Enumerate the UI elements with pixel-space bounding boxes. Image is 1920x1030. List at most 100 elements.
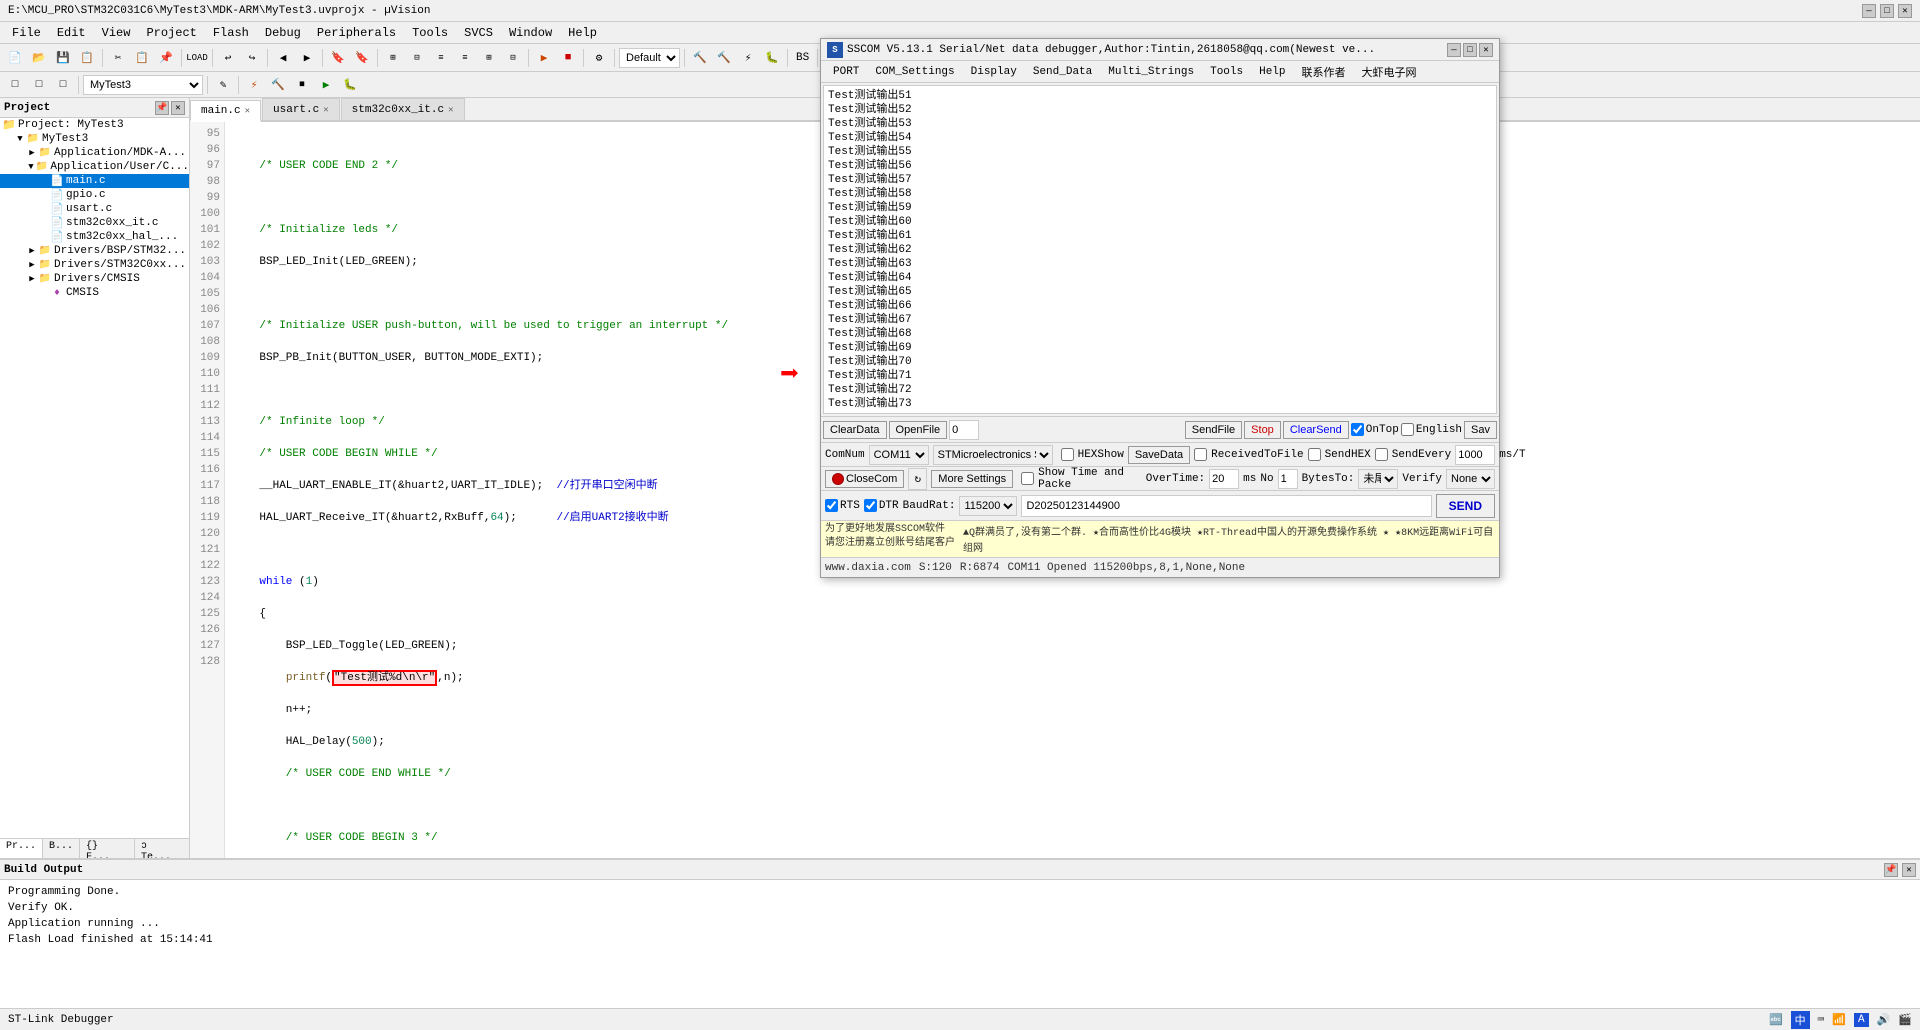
sscom-menu-comsettings[interactable]: COM_Settings xyxy=(867,64,962,80)
rebuild-btn[interactable]: 🔨 xyxy=(713,47,735,69)
send-hex-checkbox[interactable] xyxy=(1308,448,1321,461)
more-settings-btn[interactable]: More Settings xyxy=(931,470,1013,488)
forward-btn[interactable]: ▶ xyxy=(296,47,318,69)
t2-play-btn[interactable]: ▶ xyxy=(315,74,337,96)
load-btn[interactable]: LOAD xyxy=(186,47,208,69)
sscom-maximize[interactable]: □ xyxy=(1463,43,1477,57)
t2-build2-btn[interactable]: 🔨 xyxy=(267,74,289,96)
send-button[interactable]: SEND xyxy=(1436,494,1495,518)
sscom-menu-tools[interactable]: Tools xyxy=(1202,64,1251,80)
menu-item-project[interactable]: Project xyxy=(138,24,204,42)
tree-stm32-hal[interactable]: 📄 stm32c0xx_hal_... xyxy=(0,230,189,244)
rts-checkbox[interactable] xyxy=(825,499,838,512)
sscom-close[interactable]: ✕ xyxy=(1479,43,1493,57)
verify-select[interactable]: None xyxy=(1446,469,1495,489)
menu-item-view[interactable]: View xyxy=(94,24,139,42)
copy-btn[interactable]: 📋 xyxy=(131,47,153,69)
on-top-checkbox[interactable] xyxy=(1351,423,1364,436)
debug4-btn[interactable]: ≡ xyxy=(454,47,476,69)
com-driver-select[interactable]: STMicroelectronics S xyxy=(933,445,1053,465)
sscom-minimize[interactable]: — xyxy=(1447,43,1461,57)
build-btn[interactable]: 🔨 xyxy=(689,47,711,69)
proj-btn1[interactable]: □ xyxy=(4,74,26,96)
save-btn[interactable]: 💾 xyxy=(52,47,74,69)
project-select[interactable]: MyTest3 xyxy=(83,75,203,95)
cut-btn[interactable]: ✂ xyxy=(107,47,129,69)
tree-bsp[interactable]: ▶ 📁 Drivers/BSP/STM32... xyxy=(0,244,189,258)
build-pin-icon[interactable]: 📌 xyxy=(1884,863,1898,877)
debug5-btn[interactable]: ⊞ xyxy=(478,47,500,69)
sscom-menu-[interactable]: 联系作者 xyxy=(1294,62,1354,82)
tab-stm32-it-close[interactable]: ✕ xyxy=(448,105,453,115)
tab-books[interactable]: B... xyxy=(43,839,80,858)
debug1-btn[interactable]: ⊞ xyxy=(382,47,404,69)
t2-stop-btn[interactable]: ⏹ xyxy=(291,74,313,96)
tab-usart-c-close[interactable]: ✕ xyxy=(323,105,328,115)
baud-select[interactable]: 115200 xyxy=(959,496,1017,516)
t2-debug2-btn[interactable]: 🐛 xyxy=(339,74,361,96)
stop-btn-sscom[interactable]: Stop xyxy=(1244,421,1281,439)
debug-start-btn[interactable]: 🐛 xyxy=(761,47,783,69)
sscom-menu-[interactable]: 大虾电子网 xyxy=(1354,62,1425,82)
tree-stm32drv[interactable]: ▶ 📁 Drivers/STM32C0xx... xyxy=(0,258,189,272)
sscom-menu-senddata[interactable]: Send_Data xyxy=(1025,64,1100,80)
proj-btn2[interactable]: □ xyxy=(28,74,50,96)
send-data-input[interactable] xyxy=(1021,495,1431,517)
close-button[interactable]: ✕ xyxy=(1898,4,1912,18)
panel-pin-icon[interactable]: 📌 xyxy=(155,101,169,115)
tab-templates[interactable]: ↄ Te... xyxy=(135,839,189,858)
sscom-menu-port[interactable]: PORT xyxy=(825,64,867,80)
send-file-btn[interactable]: SendFile xyxy=(1185,421,1242,439)
menu-item-help[interactable]: Help xyxy=(560,24,605,42)
tab-functions[interactable]: {} F... xyxy=(80,839,135,858)
undo-btn[interactable]: ↩ xyxy=(217,47,239,69)
build-close-icon[interactable]: ✕ xyxy=(1902,863,1916,877)
tree-root[interactable]: 📁 Project: MyTest3 xyxy=(0,118,189,132)
clear-send-btn[interactable]: ClearSend xyxy=(1283,421,1349,439)
sscom-menu-multistrings[interactable]: Multi_Strings xyxy=(1100,64,1202,80)
dtr-checkbox[interactable] xyxy=(864,499,877,512)
debug3-btn[interactable]: ≡ xyxy=(430,47,452,69)
save-btn-sscom[interactable]: Sav xyxy=(1464,421,1497,439)
tree-gpio-c[interactable]: 📄 gpio.c xyxy=(0,188,189,202)
new-file-btn[interactable]: 📄 xyxy=(4,47,26,69)
maximize-button[interactable]: □ xyxy=(1880,4,1894,18)
open-file-btn[interactable]: OpenFile xyxy=(889,421,948,439)
tree-main-c[interactable]: 📄 main.c xyxy=(0,174,189,188)
hex-show-checkbox[interactable] xyxy=(1061,448,1074,461)
sscom-window-controls[interactable]: — □ ✕ xyxy=(1447,43,1493,57)
tree-stm32-it[interactable]: 📄 stm32c0xx_it.c xyxy=(0,216,189,230)
open-btn[interactable]: 📂 xyxy=(28,47,50,69)
menu-item-file[interactable]: File xyxy=(4,24,49,42)
tree-usart-c[interactable]: 📄 usart.c xyxy=(0,202,189,216)
tab-main-c[interactable]: main.c ✕ xyxy=(190,100,261,122)
back-btn[interactable]: ◀ xyxy=(272,47,294,69)
tree-cmsis-folder[interactable]: ▶ 📁 Drivers/CMSIS xyxy=(0,272,189,286)
tree-app-user[interactable]: ▼ 📁 Application/User/C... xyxy=(0,160,189,174)
show-time-checkbox[interactable] xyxy=(1021,472,1034,485)
close-com-btn[interactable]: CloseCom xyxy=(825,470,904,488)
proj-btn3[interactable]: □ xyxy=(52,74,74,96)
tab-stm32-it[interactable]: stm32c0xx_it.c ✕ xyxy=(341,98,465,120)
paste-btn[interactable]: 📌 xyxy=(155,47,177,69)
minimize-button[interactable]: — xyxy=(1862,4,1876,18)
sscom-output[interactable]: Test测试输出48Test测试输出49Test测试输出50Test测试输出51… xyxy=(823,85,1497,414)
tree-cmsis[interactable]: ♦ CMSIS xyxy=(0,286,189,300)
save-all-btn[interactable]: 📋 xyxy=(76,47,98,69)
menu-item-edit[interactable]: Edit xyxy=(49,24,94,42)
com-port-select[interactable]: COM11 xyxy=(869,445,929,465)
redo-btn[interactable]: ↪ xyxy=(241,47,263,69)
menu-item-flash[interactable]: Flash xyxy=(205,24,257,42)
run-btn[interactable]: ▶ xyxy=(533,47,555,69)
sscom-menu-display[interactable]: Display xyxy=(963,64,1025,80)
no-input[interactable] xyxy=(1278,469,1298,489)
bookmark-btn[interactable]: 🔖 xyxy=(327,47,349,69)
tab-usart-c[interactable]: usart.c ✕ xyxy=(262,98,340,120)
send-every-input[interactable] xyxy=(1455,445,1495,465)
panel-close-icon[interactable]: ✕ xyxy=(171,101,185,115)
target-options-btn[interactable]: ⚙ xyxy=(588,47,610,69)
bookmark2-btn[interactable]: 🔖 xyxy=(351,47,373,69)
tab-main-c-close[interactable]: ✕ xyxy=(245,106,250,116)
over-time-input[interactable] xyxy=(1209,469,1239,489)
stop-btn[interactable]: ■ xyxy=(557,47,579,69)
